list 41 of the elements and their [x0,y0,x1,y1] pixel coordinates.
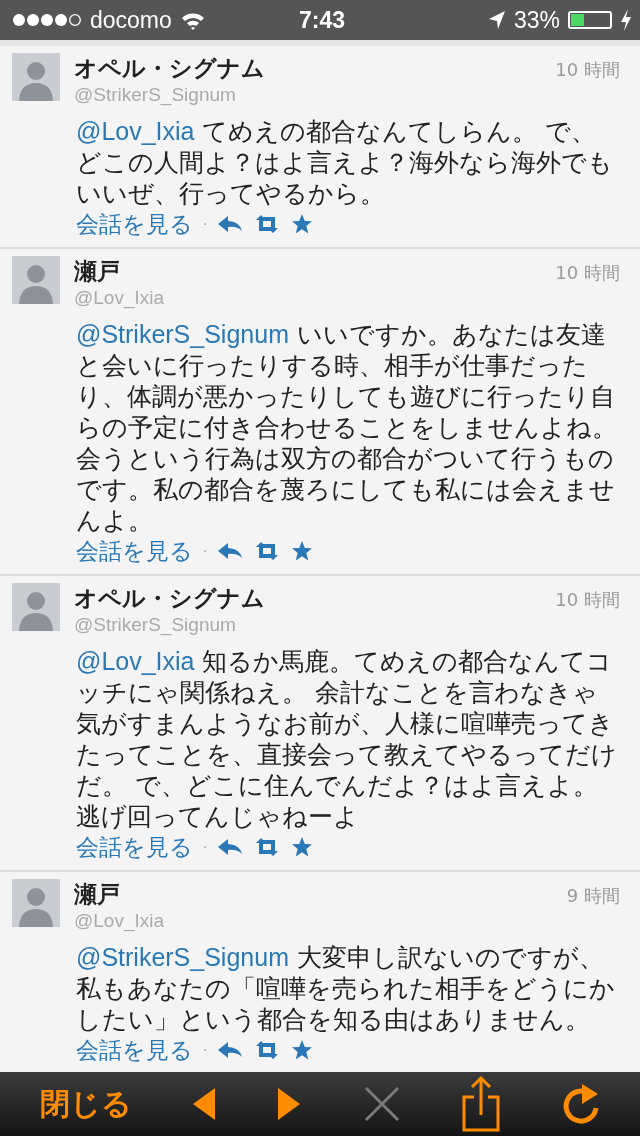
timestamp: 9 時間 [566,884,620,908]
battery-icon [568,11,612,29]
star-icon[interactable] [291,1039,314,1061]
view-conversation-link[interactable]: 会話を見る [76,831,193,863]
mention-link[interactable]: @StrikerS_Signum [76,320,289,348]
separator-dot: · [203,543,208,559]
carrier-name: docomo [90,6,172,34]
user-name[interactable]: オペル・シグナム [74,583,265,614]
view-conversation-link[interactable]: 会話を見る [76,535,193,567]
tweet-text: @StrikerS_Signum 大変申し訳ないのですが、私もあなたの「喧嘩を売られた相手をどうにかしたい」という都合を知る由はありません。 [75,942,616,1035]
share-icon[interactable] [460,1075,501,1133]
clock-time: 7:43 [298,6,345,34]
user-name[interactable]: オペル・シグナム [74,53,265,84]
star-icon[interactable] [291,213,314,235]
user-name[interactable]: 瀬戸 [74,256,120,287]
tweet-text: @Lov_Ixia てめえの都合なんてしらん。 で、どこの人間よ？はよ言えよ？海外なら海外でもいいぜ、行ってやるから。 [75,116,614,209]
user-name[interactable]: 瀬戸 [74,879,120,910]
battery-percent: 33% [513,6,560,34]
tweet-text: @Lov_Ixia 知るか馬鹿。てめえの都合なんてコッチにゃ関係ねえ。 余計なことを言わなきゃ気がすまんようなお前が、人様に喧嘩売ってきたってことを、直接会って教えてやるってだけだ。 で、どこに住んでんだよ？はよ言えよ。逃げ回ってんじゃねーよ [75,646,618,832]
timestamp: 10 時間 [555,261,620,285]
star-icon[interactable] [291,540,314,562]
close-button[interactable]: 閉じる [39,1083,132,1125]
separator-dot: · [203,1042,208,1058]
separator-dot: · [203,839,208,855]
reply-icon[interactable] [217,837,244,857]
signal-icon [12,12,82,28]
tweet-text: @StrikerS_Signum いいですか。あなたは友達と会いに行ったりする時、相手が仕事だったり、体調が悪かったりしても遊びに行ったり自らの予定に付き合わせることをしませんよね。会うという行為は双方の都合がついて行うものです。私の都合を蔑ろにしても私には会えませんよ。 [75,319,618,536]
reply-icon[interactable] [217,1040,244,1060]
mention-link[interactable]: @Lov_Ixia [76,647,195,675]
reply-icon[interactable] [217,214,244,234]
mention-link[interactable]: @StrikerS_Signum [76,943,289,971]
reply-icon[interactable] [217,541,244,561]
timestamp: 10 時間 [555,588,620,612]
location-icon [487,10,506,30]
mention-link[interactable]: @Lov_Ixia [76,117,195,145]
view-conversation-link[interactable]: 会話を見る [76,208,193,240]
timestamp: 10 時間 [555,58,620,82]
charging-icon [620,9,632,31]
view-conversation-link[interactable]: 会話を見る [76,1034,193,1066]
separator-dot: · [203,216,208,232]
star-icon[interactable] [291,836,314,858]
